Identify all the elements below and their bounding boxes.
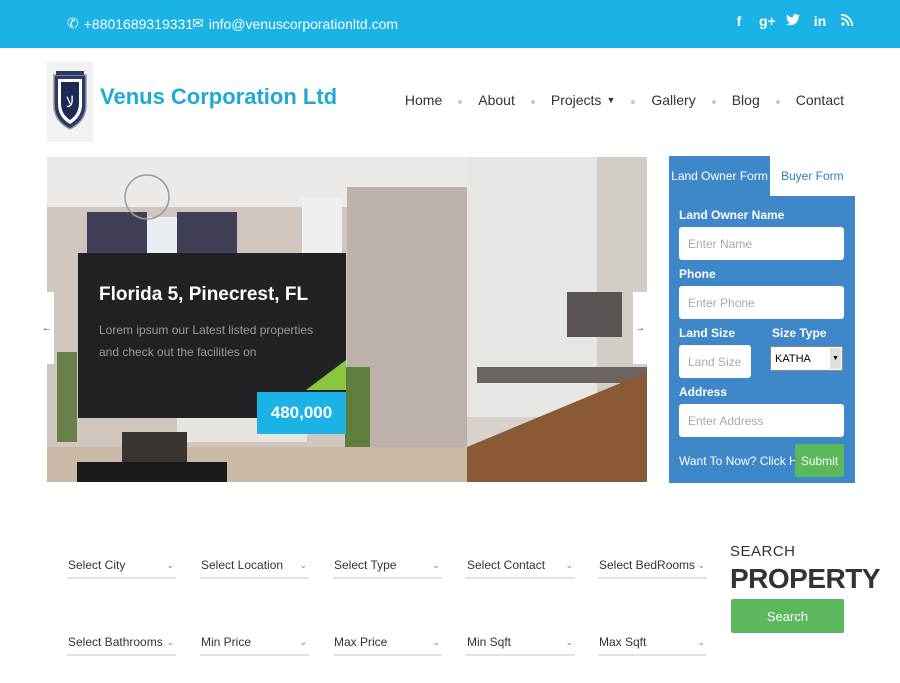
slider-prev-arrow[interactable]: ← bbox=[40, 292, 54, 364]
land-owner-name-label: Land Owner Name bbox=[679, 208, 785, 222]
chevron-down-icon: ⌄ bbox=[166, 560, 174, 570]
top-bar: ✆ +8801689319331 ✉ info@venuscorporation… bbox=[0, 0, 900, 48]
chevron-down-icon: ⌄ bbox=[166, 637, 174, 647]
phone-icon: ✆ bbox=[67, 15, 79, 31]
nav-separator bbox=[711, 100, 716, 104]
select-bathrooms[interactable]: Select Bathrooms ⌄ bbox=[67, 630, 176, 656]
phone-label: Phone bbox=[679, 267, 716, 281]
nav-separator bbox=[631, 100, 636, 104]
select-type[interactable]: Select Type ⌄ bbox=[333, 553, 442, 579]
select-max-price[interactable]: Max Price ⌄ bbox=[333, 630, 442, 656]
nav-projects-label: Projects bbox=[550, 92, 602, 108]
linkedin-icon[interactable]: in bbox=[813, 13, 827, 29]
chevron-down-icon: ⌄ bbox=[299, 560, 307, 570]
twitter-icon[interactable] bbox=[786, 13, 800, 29]
chevron-down-icon: ⌄ bbox=[565, 560, 573, 570]
company-logo[interactable]: ﻻ bbox=[47, 62, 93, 142]
select-min-sqft-label: Min Sqft bbox=[467, 635, 512, 649]
select-bedrooms-label: Select BedRooms bbox=[599, 558, 696, 572]
caret-down-icon: ▼ bbox=[606, 95, 616, 105]
chevron-down-icon: ⌄ bbox=[565, 637, 573, 647]
select-city[interactable]: Select City ⌄ bbox=[67, 553, 176, 579]
nav-home[interactable]: Home bbox=[405, 92, 442, 108]
phone-input[interactable]: Enter Phone bbox=[679, 286, 844, 319]
slide-description: Lorem ipsum our Latest listed properties… bbox=[99, 323, 314, 359]
chevron-down-icon: ⌄ bbox=[697, 560, 705, 570]
svg-text:ﻻ: ﻻ bbox=[66, 93, 75, 111]
chevron-down-icon: ⌄ bbox=[299, 637, 307, 647]
nav-separator bbox=[775, 100, 780, 104]
facebook-icon[interactable]: f bbox=[732, 13, 746, 29]
brand-name[interactable]: Venus Corporation Ltd bbox=[100, 84, 337, 110]
size-type-select[interactable]: KATHA ▼ bbox=[770, 346, 843, 371]
select-city-label: Select City bbox=[68, 558, 126, 572]
chevron-down-icon: ▼ bbox=[830, 348, 841, 369]
email-address: info@venuscorporationltd.com bbox=[208, 15, 399, 32]
select-min-price[interactable]: Min Price ⌄ bbox=[200, 630, 309, 656]
nav-blog[interactable]: Blog bbox=[732, 92, 760, 108]
nav-separator bbox=[458, 100, 463, 104]
select-type-label: Select Type bbox=[334, 558, 397, 572]
select-contact-label: Select Contact bbox=[467, 558, 546, 572]
main-nav: Home About Projects ▼ Gallery Blog Conta… bbox=[405, 92, 844, 108]
rss-icon[interactable] bbox=[840, 13, 854, 29]
tab-land-owner-form[interactable]: Land Owner Form bbox=[669, 156, 770, 196]
nav-gallery[interactable]: Gallery bbox=[651, 92, 695, 108]
select-max-price-label: Max Price bbox=[334, 635, 388, 649]
select-contact[interactable]: Select Contact ⌄ bbox=[466, 553, 575, 579]
envelope-icon: ✉ bbox=[192, 15, 204, 31]
search-button[interactable]: Search bbox=[731, 599, 844, 633]
phone-contact[interactable]: ✆ +8801689319331 bbox=[67, 15, 193, 32]
land-owner-name-input[interactable]: Enter Name bbox=[679, 227, 844, 260]
search-heading-big: PROPERTY bbox=[730, 563, 881, 594]
chevron-down-icon: ⌄ bbox=[432, 560, 440, 570]
select-bathrooms-label: Select Bathrooms bbox=[68, 635, 163, 649]
select-max-sqft[interactable]: Max Sqft ⌄ bbox=[598, 630, 707, 656]
price-tag: 480,000 bbox=[257, 392, 346, 434]
address-label: Address bbox=[679, 385, 728, 399]
slider-next-arrow[interactable]: → bbox=[633, 292, 647, 364]
nav-about[interactable]: About bbox=[478, 92, 515, 108]
google-plus-icon[interactable]: g+ bbox=[759, 13, 776, 29]
nav-separator bbox=[530, 100, 535, 104]
size-type-label: Size Type bbox=[772, 326, 827, 340]
email-contact[interactable]: ✉ info@venuscorporationltd.com bbox=[192, 15, 398, 32]
form-tabs: Land Owner Form Buyer Form bbox=[669, 156, 855, 196]
select-location[interactable]: Select Location ⌄ bbox=[200, 553, 309, 579]
land-size-input[interactable]: Land Size bbox=[679, 345, 751, 378]
submit-button[interactable]: Submit bbox=[795, 444, 844, 477]
nav-contact[interactable]: Contact bbox=[796, 92, 844, 108]
size-type-value: KATHA bbox=[775, 352, 811, 365]
phone-number: +8801689319331 bbox=[83, 15, 194, 32]
chevron-down-icon: ⌄ bbox=[432, 637, 440, 647]
social-links: f g+ in bbox=[732, 13, 854, 29]
search-heading-small: SEARCH bbox=[730, 543, 796, 560]
chevron-down-icon: ⌄ bbox=[697, 637, 705, 647]
select-min-sqft[interactable]: Min Sqft ⌄ bbox=[466, 630, 575, 656]
select-location-label: Select Location bbox=[201, 558, 284, 572]
select-min-price-label: Min Price bbox=[201, 635, 252, 649]
slide-title: Florida 5, Pinecrest, FL bbox=[99, 284, 309, 305]
nav-projects[interactable]: Projects ▼ bbox=[551, 92, 616, 108]
tab-buyer-form[interactable]: Buyer Form bbox=[781, 156, 844, 196]
select-bedrooms[interactable]: Select BedRooms ⌄ bbox=[598, 553, 707, 579]
select-max-sqft-label: Max Sqft bbox=[599, 635, 647, 649]
address-input[interactable]: Enter Address bbox=[679, 404, 844, 437]
caption-corner-accent bbox=[306, 360, 346, 390]
land-size-label: Land Size bbox=[679, 326, 736, 340]
